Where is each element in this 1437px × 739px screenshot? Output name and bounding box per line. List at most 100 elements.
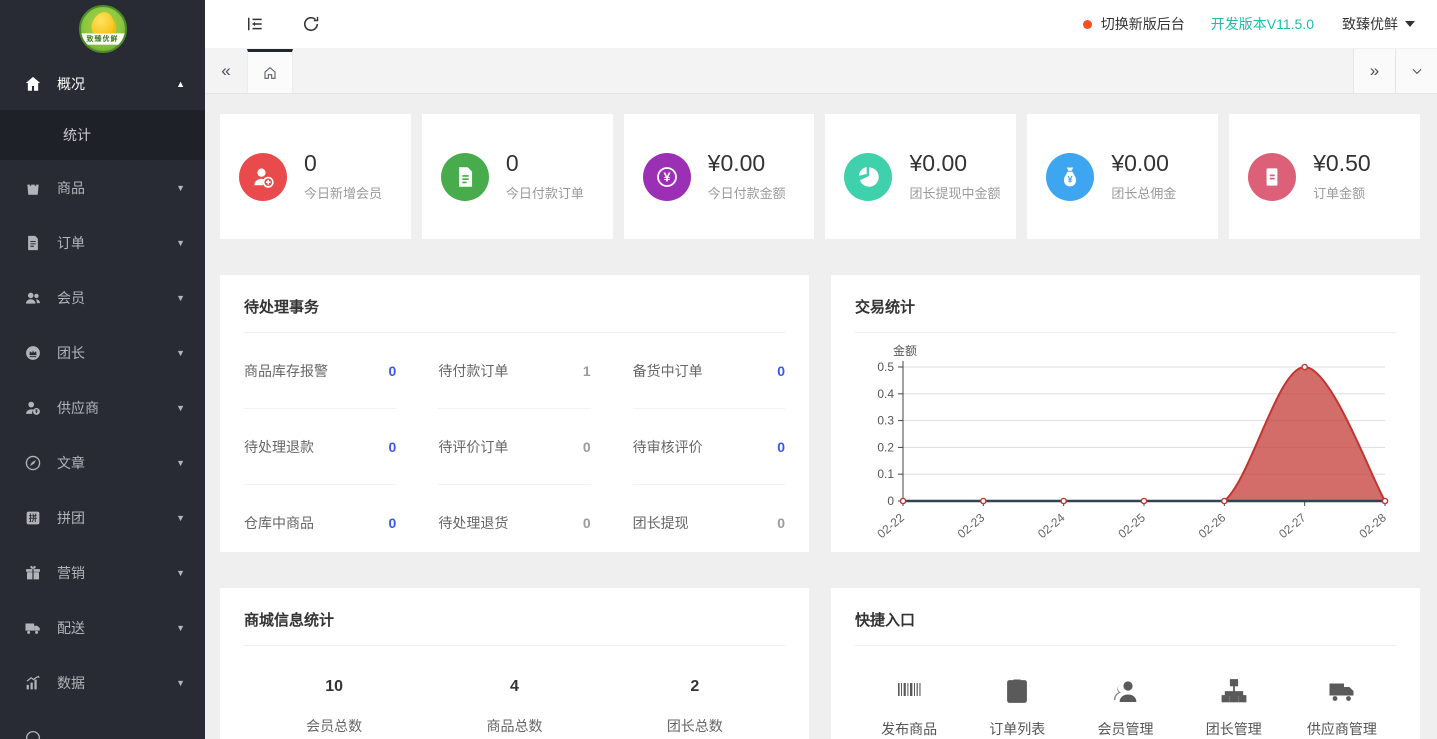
brand-logo[interactable]: 致臻优鲜: [0, 0, 205, 57]
pending-item[interactable]: 仓库中商品0: [244, 485, 396, 552]
pending-item[interactable]: 商品库存报警0: [244, 333, 396, 409]
panel-title: 待处理事务: [244, 290, 785, 333]
stat-card-new-members[interactable]: 0 今日新增会员: [220, 114, 411, 239]
stat-card-paid-orders[interactable]: 0 今日付款订单: [422, 114, 613, 239]
svg-text:¥: ¥: [663, 169, 671, 184]
sidebar-item-delivery[interactable]: 配送 ▼: [0, 600, 205, 655]
sidebar-item-members[interactable]: 会员 ▼: [0, 270, 205, 325]
sidebar-item-leader[interactable]: 团长 ▼: [0, 325, 205, 380]
barcode-icon: [855, 674, 963, 706]
sidebar-item-label: 数据: [57, 673, 176, 693]
sidebar-item-articles[interactable]: 文章 ▼: [0, 435, 205, 490]
stat-label: 今日付款金额: [708, 183, 786, 202]
sidebar-item-label: 订单: [57, 233, 176, 253]
pending-grid: 商品库存报警0 待付款订单1 备货中订单0 待处理退款0 待评价订单0 待审核评…: [244, 333, 785, 552]
brand-logo-text: 致臻优鲜: [87, 34, 119, 44]
transaction-chart-panel: 交易统计 00.10.20.30.40.5金额02-2202-2302-2402…: [831, 275, 1420, 552]
stat-label: 订单金额: [1313, 183, 1371, 202]
members-icon: [24, 289, 42, 307]
supplier-icon: [24, 399, 42, 417]
pending-item[interactable]: 团长提现0: [633, 485, 785, 552]
svg-text:0: 0: [887, 494, 894, 508]
stat-card-paid-amount[interactable]: ¥ ¥0.00 今日付款金额: [624, 114, 815, 239]
receipt-icon: [1248, 153, 1296, 201]
sidebar-collapse-icon[interactable]: [245, 14, 265, 34]
sidebar-item-marketing[interactable]: 营销 ▼: [0, 545, 205, 600]
pending-count[interactable]: 0: [389, 515, 397, 531]
pending-item[interactable]: 待评价订单0: [438, 409, 590, 485]
goods-bag-icon: [24, 179, 42, 197]
app-root: 致臻优鲜 概况 ▲ 统计 商品 ▼ 订单 ▼ 会员 ▼ 团长: [0, 0, 1437, 739]
pending-item[interactable]: 备货中订单0: [633, 333, 785, 409]
stat-value: ¥0.00: [1111, 151, 1176, 176]
chevron-down-icon: ▼: [176, 678, 185, 688]
sidebar-item-supplier[interactable]: 供应商 ▼: [0, 380, 205, 435]
tab-home[interactable]: [247, 49, 293, 93]
quick-order-list[interactable]: 订单列表: [963, 674, 1071, 739]
version-link[interactable]: 开发版本V11.5.0: [1211, 14, 1314, 34]
supplier-truck-icon: [1288, 674, 1396, 706]
refresh-icon[interactable]: [301, 14, 321, 34]
pending-item[interactable]: 待付款订单1: [438, 333, 590, 409]
pending-count[interactable]: 0: [777, 515, 785, 531]
chevron-down-icon: ▼: [176, 623, 185, 633]
stat-cards-row: 0 今日新增会员 0 今日付款订单 ¥: [220, 114, 1420, 239]
quick-member-manage[interactable]: 会员管理: [1071, 674, 1179, 739]
pending-item[interactable]: 待处理退款0: [244, 409, 396, 485]
sidebar-item-label: 营销: [57, 563, 176, 583]
stat-value: 0: [304, 151, 382, 176]
svg-text:0.5: 0.5: [877, 360, 894, 374]
sidebar-item-data[interactable]: 数据 ▼: [0, 655, 205, 710]
pending-count[interactable]: 0: [777, 363, 785, 379]
tabs-menu-icon[interactable]: [1395, 49, 1437, 93]
switch-new-admin-link[interactable]: 切换新版后台: [1083, 14, 1185, 34]
svg-text:02-23: 02-23: [955, 510, 988, 541]
svg-text:02-26: 02-26: [1196, 510, 1229, 541]
quick-supplier-manage[interactable]: 供应商管理: [1288, 674, 1396, 739]
chevron-down-icon: ▼: [176, 458, 185, 468]
pending-count[interactable]: 0: [583, 515, 591, 531]
shop-stat-leaders: 2 团长总数: [605, 678, 785, 736]
quick-entry-panel: 快捷入口 发布商品 订单列表: [831, 588, 1420, 739]
stat-card-commission[interactable]: ¥ ¥0.00 团长总佣金: [1027, 114, 1218, 239]
shop-stat-goods: 4 商品总数: [424, 678, 604, 736]
pie-chart-icon: [844, 153, 892, 201]
pending-count[interactable]: 1: [583, 363, 591, 379]
order-file-icon: [24, 234, 42, 252]
file-text-icon: [441, 153, 489, 201]
pending-count[interactable]: 0: [389, 363, 397, 379]
chevron-up-icon: ▲: [176, 79, 185, 89]
pending-count[interactable]: 0: [777, 439, 785, 455]
sidebar-item-label: 配送: [57, 618, 176, 638]
quick-leader-manage[interactable]: 团长管理: [1180, 674, 1288, 739]
orange-dot-icon: [1083, 20, 1092, 29]
quick-publish-goods[interactable]: 发布商品: [855, 674, 963, 739]
svg-text:0.2: 0.2: [877, 440, 894, 454]
sidebar-item-overview[interactable]: 概况 ▲: [0, 57, 205, 110]
pending-count[interactable]: 0: [583, 439, 591, 455]
sidebar-item-label: 团长: [57, 343, 176, 363]
tabs-scroll-right-icon[interactable]: »: [1353, 49, 1395, 93]
svg-text:0.4: 0.4: [877, 387, 894, 401]
sidebar-item-statistics[interactable]: 统计: [0, 110, 205, 160]
sidebar-item-orders[interactable]: 订单 ▼: [0, 215, 205, 270]
panel-title: 商城信息统计: [244, 603, 785, 646]
svg-text:02-24: 02-24: [1035, 510, 1068, 541]
shop-stats-grid: 10 会员总数 4 商品总数 2 团长总数: [244, 678, 785, 736]
sidebar-item-more[interactable]: [0, 710, 205, 739]
clipboard-check-icon: [963, 674, 1071, 706]
panels-row-1: 待处理事务 商品库存报警0 待付款订单1 备货中订单0 待处理退款0 待评价订单…: [220, 275, 1420, 552]
pending-count[interactable]: 0: [389, 439, 397, 455]
stat-card-order-amount[interactable]: ¥0.50 订单金额: [1229, 114, 1420, 239]
pending-panel: 待处理事务 商品库存报警0 待付款订单1 备货中订单0 待处理退款0 待评价订单…: [220, 275, 809, 552]
pending-item[interactable]: 待处理退货0: [438, 485, 590, 552]
stat-card-withdrawing[interactable]: ¥0.00 团长提现中金额: [825, 114, 1016, 239]
leader-crown-icon: [24, 344, 42, 362]
tabs-scroll-left-icon[interactable]: «: [205, 49, 247, 93]
sidebar-item-label: 会员: [57, 288, 176, 308]
panel-title: 交易统计: [855, 290, 1396, 333]
sidebar-item-groupbuy[interactable]: 拼 拼团 ▼: [0, 490, 205, 545]
sidebar-item-goods[interactable]: 商品 ▼: [0, 160, 205, 215]
pending-item[interactable]: 待审核评价0: [633, 409, 785, 485]
account-menu[interactable]: 致臻优鲜: [1342, 14, 1415, 34]
